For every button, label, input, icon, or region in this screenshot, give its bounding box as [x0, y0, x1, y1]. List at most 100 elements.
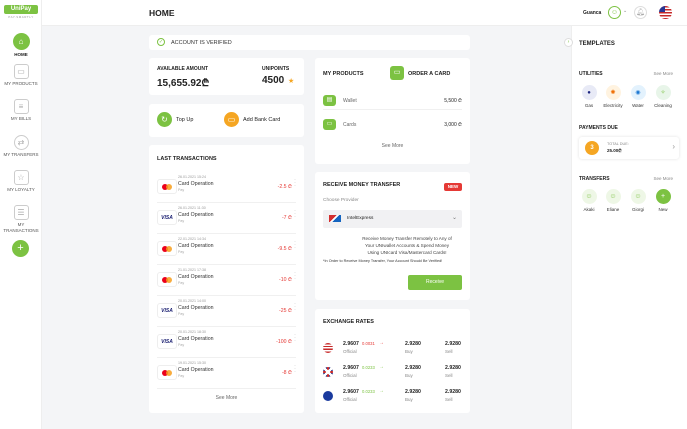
add-icon: +: [655, 189, 671, 204]
official-label: Official: [343, 373, 357, 378]
transactions-title: LAST TRANSACTIONS: [157, 156, 217, 162]
bell-icon[interactable]: 🔔︎: [634, 6, 647, 19]
more-icon[interactable]: · · ·: [294, 301, 296, 313]
transaction-name: Card Operation: [178, 274, 214, 280]
sell-rate: 2.9280: [445, 341, 461, 347]
nav-item-home[interactable]: ⌂ HOME: [0, 33, 42, 58]
transaction-date: 19.01.2021 15:30: [178, 361, 206, 365]
product-row-wallet[interactable]: ▤ Wallet 5,500 ₾: [323, 94, 462, 110]
transfer-label: Giorgi: [631, 207, 644, 212]
transaction-amount: -100 ₾: [276, 339, 292, 345]
nav-label: MY TRANSACTIONS: [3, 222, 39, 233]
nav-item-transfers[interactable]: ⇄ MY TRANSFERS: [0, 135, 42, 158]
new-badge: NEW: [444, 183, 462, 191]
provider-name: IntelExpress: [347, 216, 374, 221]
points-value: 4500: [262, 75, 285, 86]
transaction-row[interactable]: 21.01.2021 17:38 Card Operation Pay -10 ₾ · ·…: [157, 265, 296, 296]
see-more-link[interactable]: See More: [149, 395, 304, 401]
receive-button[interactable]: Receive: [408, 275, 462, 290]
more-icon[interactable]: · · ·: [294, 270, 296, 282]
provider-select[interactable]: IntelExpress ⌄: [323, 210, 462, 228]
transfer-label: New: [658, 207, 668, 212]
points-label: UNIPOINTS: [262, 66, 290, 72]
more-icon[interactable]: · · ·: [294, 208, 296, 220]
transaction-row[interactable]: 19.01.2021 15:30 Card Operation Pay -8 ₾ · · ·: [157, 358, 296, 389]
utility-electricity[interactable]: ✺ Electricity: [603, 85, 623, 108]
see-more-link[interactable]: See More: [315, 143, 470, 149]
order-card-button[interactable]: ▭ ORDER A CARD: [390, 66, 465, 81]
payments-due-card[interactable]: 3 TOTAL DUE: 25.00₾ ›: [579, 137, 679, 159]
star-icon: ★: [288, 78, 295, 85]
add-icon[interactable]: +: [12, 240, 29, 257]
balance-card: AVAILABLE AMOUNT 15,655.92₾ UNIPOINTS 45…: [149, 58, 304, 95]
nav-item-products[interactable]: ▭ MY PRODUCTS: [0, 64, 42, 87]
eu-flag-icon: [323, 391, 333, 401]
transaction-name: Card Operation: [178, 212, 214, 218]
avatar[interactable]: ☺: [608, 6, 621, 19]
product-row-cards[interactable]: ▭ Cards 3,000 ₾: [323, 118, 462, 134]
username[interactable]: Guanca: [583, 10, 601, 16]
page-title: HOME: [149, 8, 175, 18]
nav-label: MY TRANSFERS: [3, 152, 39, 157]
transfer-giorgi[interactable]: ☺ Giorgi: [628, 189, 648, 212]
nav-item-transactions[interactable]: ☰ MY TRANSACTIONS: [0, 205, 42, 233]
transfer-akaki[interactable]: ☺ Akaki: [579, 189, 599, 212]
transfer-new[interactable]: + New: [653, 189, 673, 212]
logo-mark: UniPay: [4, 5, 38, 14]
product-name: Cards: [343, 122, 357, 128]
list-icon: ☰: [13, 205, 29, 220]
official-rate: 2.9607: [343, 341, 359, 347]
chevron-down-icon: ⌄: [451, 215, 457, 221]
transaction-row[interactable]: VISA 20.01.2021 14:00 Card Operation Pay -25…: [157, 296, 296, 327]
nav-label: MY PRODUCTS: [4, 81, 38, 86]
buy-rate: 2.9280: [405, 389, 421, 395]
topup-button[interactable]: ↻ Top Up: [157, 112, 227, 129]
transaction-sub: Pay: [178, 343, 185, 347]
language-flag-icon[interactable]: [659, 6, 672, 19]
sidebar-nav: UniPay PAY.SMARTLY ⌂ HOME ▭ MY PRODUCTS …: [0, 0, 42, 429]
utility-cleaning[interactable]: ✧ Cleaning: [653, 85, 673, 108]
utility-water[interactable]: ◉ Water: [628, 85, 648, 108]
payments-due-title: PAYMENTS DUE: [579, 125, 618, 131]
transaction-date: 21.01.2021 17:38: [178, 268, 206, 272]
transaction-sub: Pay: [178, 250, 185, 254]
more-icon[interactable]: · · ·: [294, 332, 296, 344]
nav-item-bills[interactable]: ≡ MY BILLS: [0, 99, 42, 122]
top-bar: HOME Guanca ☺ ⌄ 🔔︎: [42, 0, 687, 26]
official-label: Official: [343, 397, 357, 402]
more-icon[interactable]: · · ·: [294, 363, 296, 375]
official-label: Official: [343, 349, 357, 354]
utilities-see-more[interactable]: See More: [653, 71, 673, 76]
arrow-up-icon: →: [379, 364, 384, 370]
logo-tagline: PAY.SMARTLY: [8, 15, 34, 19]
verified-text: ACCOUNT IS VERIFIED: [171, 39, 232, 46]
chevron-down-icon[interactable]: ⌄: [623, 8, 627, 14]
addcard-label: Add Bank Card: [243, 117, 281, 123]
rate-change: 0.0031: [362, 341, 375, 346]
exchange-rates-card: EXCHANGE RATES 2.9607 0.0031 → Official 2.92…: [315, 309, 470, 413]
utilities-title: UTILITIES: [579, 71, 603, 77]
person-icon: ☺: [581, 189, 597, 204]
transaction-date: 26.01.2021 15:24: [178, 175, 206, 179]
transactions-list: 26.01.2021 15:24 Card Operation Pay -2.5 ₾ ·…: [149, 172, 304, 390]
transaction-name: Card Operation: [178, 305, 214, 311]
more-icon[interactable]: · · ·: [294, 177, 296, 189]
nav-item-loyalty[interactable]: ☆ MY LOYALTY: [0, 170, 42, 193]
utility-gas[interactable]: ● Gas: [579, 85, 599, 108]
collapse-panel-icon[interactable]: ›: [564, 38, 573, 47]
transaction-row[interactable]: VISA 26.01.2021 11:30 Card Operation Pay -7 …: [157, 203, 296, 234]
transaction-row[interactable]: VISA 20.01.2021 18:30 Card Operation Pay -10…: [157, 327, 296, 358]
transaction-row[interactable]: 26.01.2021 15:24 Card Operation Pay -2.5 ₾ ·…: [157, 172, 296, 203]
transfer-label: Akaki: [583, 207, 595, 212]
person-icon: ☺: [605, 189, 621, 204]
transaction-amount: -9.5 ₾: [277, 246, 292, 252]
chevron-right-icon: ›: [672, 142, 675, 151]
transfer-eliane[interactable]: ☺ Eliane: [603, 189, 623, 212]
add-bank-card-button[interactable]: ▭ Add Bank Card: [224, 112, 299, 129]
more-icon[interactable]: · · ·: [294, 239, 296, 251]
transfers-see-more[interactable]: See More: [653, 176, 673, 181]
logo[interactable]: UniPay PAY.SMARTLY: [4, 5, 38, 21]
utility-label: Cleaning: [654, 103, 672, 108]
transaction-row[interactable]: 22.01.2021 14:34 Card Operation Pay -9.5 ₾ ·…: [157, 234, 296, 265]
transaction-name: Card Operation: [178, 181, 214, 187]
